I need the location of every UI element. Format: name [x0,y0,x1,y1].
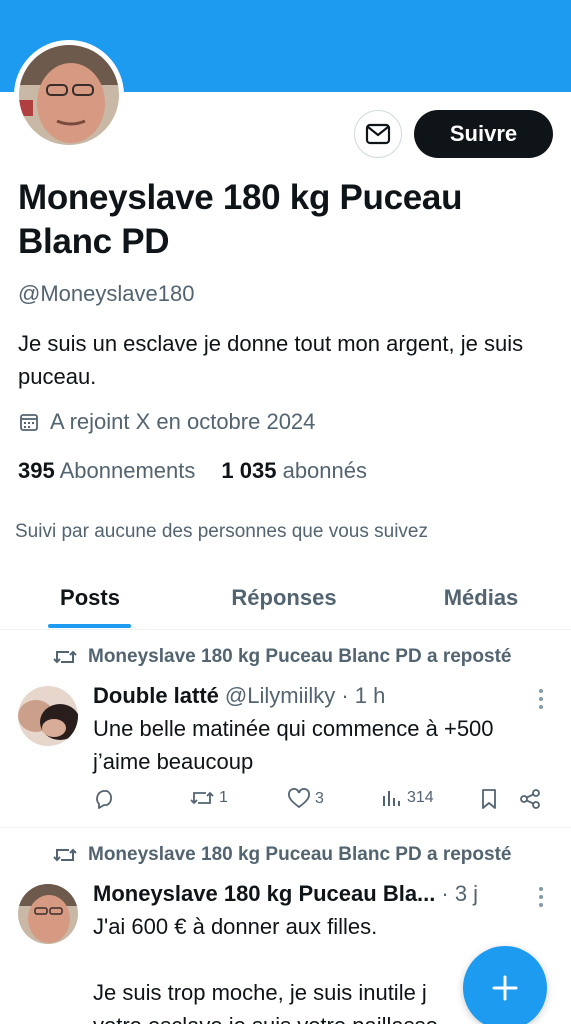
following-count: 395 [18,458,55,483]
repost-icon [190,791,214,805]
tab-replies[interactable]: Réponses [210,566,358,629]
bookmark-button[interactable] [479,788,499,810]
joined-text: A rejoint X en octobre 2024 [50,409,316,434]
post-actions: 1 3 314 [93,788,553,816]
post-text-line: j’aime beaucoup [93,749,254,774]
post-header: Moneyslave 180 kg Puceau Bla... · 3 j [93,881,478,907]
followers-label: abonnés [282,458,367,483]
views-button[interactable]: 314 [381,788,434,808]
reply-icon [96,790,113,809]
post-header: Double latté @Lilymiilky · 1 h [93,683,385,709]
repost-count: 1 [219,789,228,806]
share-icon [520,789,540,809]
like-button[interactable]: 3 [287,788,324,810]
calendar-icon [20,414,38,431]
profile-stats: 395 Abonnements 1 035 abonnés [18,458,367,484]
profile-name: Moneyslave 180 kg Puceau Blanc PD [18,178,463,261]
share-button[interactable] [519,788,541,810]
active-tab-indicator [48,624,131,628]
post-text: Une belle matinée qui commence à +500 j’… [93,712,558,778]
follow-button[interactable]: Suivre [414,110,553,158]
post-author-name[interactable]: Double latté [93,683,219,709]
repost-line: Moneyslave 180 kg Puceau Blanc PD a repo… [52,646,511,668]
repost-button[interactable]: 1 [189,788,228,808]
repost-label: Moneyslave 180 kg Puceau Blanc PD a repo… [88,844,512,865]
more-icon[interactable] [537,689,545,709]
repost-icon [53,848,77,862]
following-link[interactable]: 395 Abonnements [18,458,195,484]
followed-by-text: Suivi par aucune des personnes que vous … [15,521,428,542]
profile-tabs: Posts Réponses Médias [0,566,571,630]
repost-label: Moneyslave 180 kg Puceau Blanc PD a repo… [88,646,512,667]
post-author-avatar[interactable] [18,884,78,944]
post-text-line: J'ai 600 € à donner aux filles. [93,914,378,939]
joined-date: A rejoint X en octobre 2024 [18,409,315,435]
followers-count: 1 035 [221,458,277,483]
bookmark-icon [482,789,496,809]
message-button[interactable] [354,110,402,158]
views-icon [383,791,400,806]
views-count: 314 [407,789,434,806]
compose-button[interactable] [463,946,547,1024]
tab-media[interactable]: Médias [420,566,542,629]
post-text-line: Une belle matinée qui commence à +500 [93,716,494,741]
like-count: 3 [315,790,324,807]
post-author-avatar[interactable] [18,686,78,746]
profile-bio: Je suis un esclave je donne tout mon arg… [18,331,524,389]
reply-button[interactable] [93,788,117,810]
post-meta: @Lilymiilky · 1 h [224,683,386,708]
post-meta: · 3 j [441,881,479,906]
repost-icon [53,650,77,664]
plus-icon [492,975,518,1001]
more-icon[interactable] [537,887,545,907]
post-author-name[interactable]: Moneyslave 180 kg Puceau Bla... [93,881,435,907]
tab-posts[interactable]: Posts [28,566,152,629]
like-icon [288,788,310,809]
repost-line: Moneyslave 180 kg Puceau Blanc PD a repo… [52,844,511,866]
profile-handle: @Moneyslave180 [18,281,195,306]
profile-avatar[interactable] [14,40,124,150]
followers-link[interactable]: 1 035 abonnés [221,458,367,484]
mail-icon [365,123,391,145]
following-label: Abonnements [59,458,196,483]
